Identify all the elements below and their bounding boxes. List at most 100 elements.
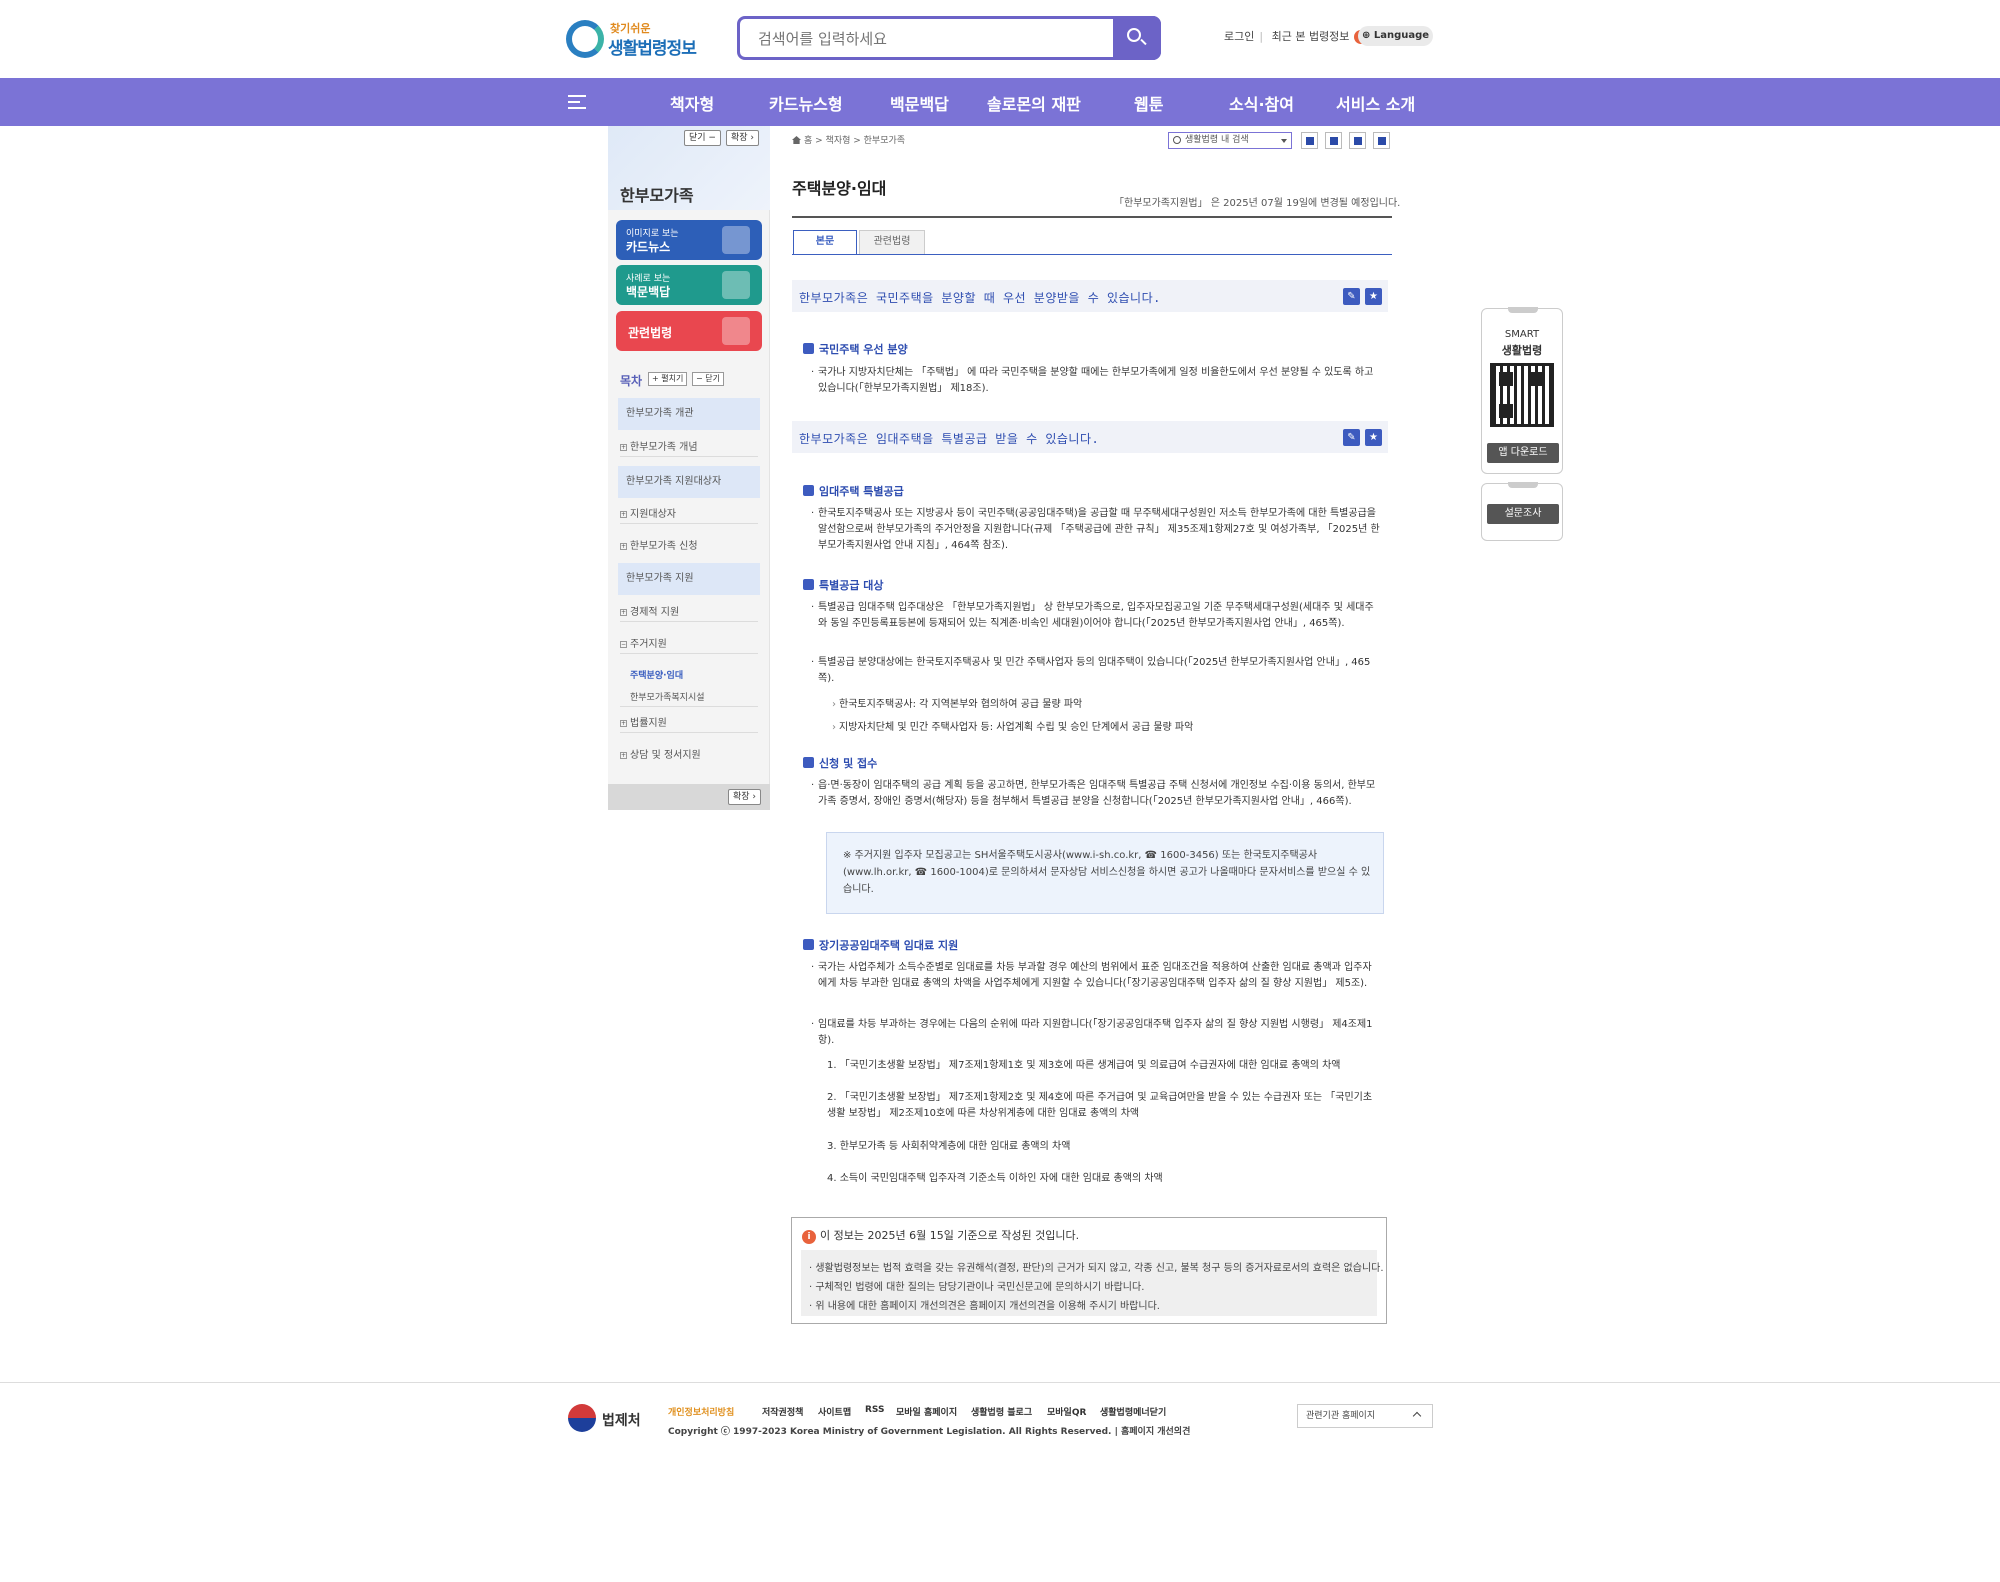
- disclaimer-line: · 위 내용에 대한 홈페이지 개선의견은 홈페이지 개선의견을 이용해 주시기…: [809, 1301, 1160, 1312]
- site-logo[interactable]: 찾기쉬운 생활법령정보: [566, 18, 697, 62]
- plus-icon: +: [620, 751, 627, 759]
- toc-sub-welfare-facility[interactable]: 한부모가족복지시설: [630, 690, 705, 703]
- language-button[interactable]: ⊕ Language: [1358, 26, 1433, 46]
- page-title: 주택분양·임대: [792, 179, 887, 198]
- search-icon: [1173, 136, 1181, 144]
- plus-icon: +: [620, 719, 627, 727]
- print-icon[interactable]: [1349, 132, 1366, 149]
- toc-item-label: 주거지원: [630, 639, 667, 650]
- search-bar: [737, 16, 1161, 60]
- paragraph: 국가나 지방자치단체는 「주택법」 에 따라 국민주택을 분양할 때에는 한부모…: [811, 365, 1380, 397]
- footer-link-mobile[interactable]: 모바일 홈페이지: [896, 1405, 957, 1418]
- related-laws-link[interactable]: 관련법령: [616, 311, 762, 351]
- toc-item[interactable]: + 상담 및 정서지원: [620, 746, 701, 761]
- survey-panel: 설문조사: [1481, 482, 1563, 541]
- footer-copyright: Copyright ⓒ 1997-2023 Korea Ministry of …: [668, 1427, 1191, 1437]
- toc-sub-housing-current[interactable]: 주택분양·임대: [630, 668, 683, 681]
- search-button[interactable]: [1113, 16, 1161, 60]
- info-icon: i: [802, 1230, 816, 1244]
- recent-laws-link[interactable]: 최근 본 법령정보: [1272, 30, 1350, 43]
- toc-title: 목차: [620, 374, 643, 388]
- share-icon[interactable]: [1301, 132, 1318, 149]
- section-heading-text: 임대주택 특별공급: [819, 485, 904, 498]
- home-icon[interactable]: [792, 136, 801, 144]
- sidebar-expand-button[interactable]: 확장 ›: [726, 130, 760, 146]
- section-heading-text: 특별공급 대상: [819, 579, 884, 592]
- main-navigation: 책자형 카드뉴스형 백문백답 솔로몬의 재판 웹툰 소식·참여 서비스 소개: [0, 78, 2000, 126]
- sidebar-close-button[interactable]: 닫기 −: [684, 130, 721, 146]
- in-law-search-select[interactable]: 생활법령 내 검색: [1168, 132, 1292, 149]
- hamburger-menu-icon[interactable]: [568, 95, 586, 109]
- star-icon[interactable]: ★: [1365, 288, 1382, 305]
- app-download-button[interactable]: 앱 다운로드: [1487, 443, 1559, 463]
- tab-main-text[interactable]: 본문: [793, 230, 857, 254]
- survey-button[interactable]: 설문조사: [1487, 504, 1559, 524]
- numbered-item: 4. 소득이 국민임대주택 입주자격 기준소득 이하인 자에 대한 임대료 총액…: [827, 1173, 1163, 1184]
- qna-link[interactable]: 사례로 보는 백문백답: [616, 265, 762, 305]
- footer-link-mobile-qr[interactable]: 모바일QR: [1047, 1405, 1086, 1418]
- divider: [620, 621, 758, 622]
- toc-collapse-all-button[interactable]: − 닫기: [692, 372, 724, 386]
- section-heading-text: 국민주택 우선 분양: [819, 343, 908, 356]
- nav-booklet[interactable]: 책자형: [670, 91, 714, 115]
- tab-related-laws[interactable]: 관련법령: [859, 230, 925, 254]
- toc-item-label: 지원대상자: [630, 509, 676, 520]
- toc-item[interactable]: + 한부모가족 개념: [620, 438, 698, 453]
- divider: [620, 456, 758, 457]
- footer-link-privacy[interactable]: 개인정보처리방침: [668, 1405, 734, 1418]
- nav-qna[interactable]: 백문백답: [890, 91, 949, 115]
- nav-about[interactable]: 서비스 소개: [1336, 91, 1415, 115]
- nav-news[interactable]: 소식·참여: [1229, 91, 1294, 115]
- smart-app-panel: SMART 생활법령 앱 다운로드: [1481, 307, 1563, 474]
- plus-icon: +: [620, 443, 627, 451]
- numbered-item: 2. 「국민기초생활 보장법」 제7조제1항제2호 및 제4호에 따른 주거급여…: [827, 1092, 1373, 1119]
- download-icon[interactable]: [1325, 132, 1342, 149]
- disclaimer-line: · 구체적인 법령에 대한 질의는 담당기관이나 국민신문고에 문의하시기 바랍…: [809, 1282, 1145, 1293]
- footer-link-blog[interactable]: 생활법령 블로그: [971, 1405, 1032, 1418]
- notice-text: ※ 주거지원 입주자 모집공고는 SH서울주택도시공사(www.i-sh.co.…: [843, 850, 1371, 895]
- monitor-icon: [722, 226, 750, 254]
- footer-link-copyright[interactable]: 저작권정책: [762, 1405, 803, 1418]
- edit-icon[interactable]: ✎: [1343, 429, 1360, 446]
- toc-item[interactable]: + 한부모가족 신청: [620, 537, 698, 552]
- toc-item[interactable]: + 지원대상자: [620, 505, 676, 520]
- toc-item[interactable]: + 경제적 지원: [620, 603, 679, 618]
- footer-link-extra[interactable]: 생활법령메너닫기: [1100, 1405, 1166, 1418]
- nav-cardnews[interactable]: 카드뉴스형: [769, 91, 843, 115]
- utility-menu: 로그인| 최근 본 법령정보-: [1224, 28, 1373, 44]
- numbered-item: 1. 「국민기초생활 보장법」 제7조제1항제1호 및 제3호에 따른 생계급여…: [827, 1060, 1341, 1071]
- toc-item[interactable]: + 법률지원: [620, 714, 667, 729]
- toc-item[interactable]: − 주거지원: [620, 635, 667, 650]
- footer-link-rss[interactable]: RSS: [865, 1405, 885, 1415]
- sidebar-bottom-expand-button[interactable]: 확장 ›: [728, 789, 762, 805]
- question-heading: 한부모가족은 임대주택을 특별공급 받을 수 있습니다. ✎ ★: [792, 421, 1388, 453]
- bookmark-star-icon[interactable]: [1373, 132, 1390, 149]
- chevron-down-icon: [1281, 139, 1287, 143]
- bullet-icon: [803, 939, 814, 950]
- nav-webtoon[interactable]: 웹툰: [1134, 91, 1163, 115]
- sidebar-title: 한부모가족: [620, 186, 694, 205]
- divider: [792, 254, 1392, 255]
- government-emblem-icon: [568, 1404, 596, 1432]
- divider: [620, 732, 758, 733]
- login-link[interactable]: 로그인: [1224, 30, 1254, 43]
- contact-notice-box: ※ 주거지원 입주자 모집공고는 SH서울주택도시공사(www.i-sh.co.…: [826, 832, 1384, 914]
- bullet-icon: [803, 485, 814, 496]
- search-input[interactable]: [758, 27, 1088, 51]
- star-icon[interactable]: ★: [1365, 429, 1382, 446]
- card-label: 백문백답: [626, 285, 671, 299]
- toc-section-eligibility[interactable]: 한부모가족 지원대상자: [618, 466, 760, 498]
- divider: [620, 523, 758, 524]
- toc-expand-all-button[interactable]: + 펼치기: [648, 372, 688, 386]
- nav-solomon[interactable]: 솔로몬의 재판: [987, 91, 1081, 115]
- divider: [620, 653, 758, 654]
- cardnews-link[interactable]: 이미지로 보는 카드뉴스: [616, 220, 762, 260]
- toc-section-overview[interactable]: 한부모가족 개관: [618, 398, 760, 430]
- left-sidebar: 닫기 − 확장 › 한부모가족 이미지로 보는 카드뉴스 사례로 보는 백문백답…: [608, 126, 770, 810]
- paragraph: 특별공급 임대주택 입주대상은 「한부모가족지원법」 상 한부모가족으로, 입주…: [811, 600, 1380, 632]
- edit-icon[interactable]: ✎: [1343, 288, 1360, 305]
- toc-section-support[interactable]: 한부모가족 지원: [618, 563, 760, 595]
- related-sites-select[interactable]: 관련기관 홈페이지: [1297, 1404, 1433, 1428]
- paragraph: 한국토지주택공사 또는 지방공사 등이 국민주택(공공임대주택)을 공급할 때 …: [811, 506, 1380, 554]
- footer-link-sitemap[interactable]: 사이트맵: [818, 1405, 851, 1418]
